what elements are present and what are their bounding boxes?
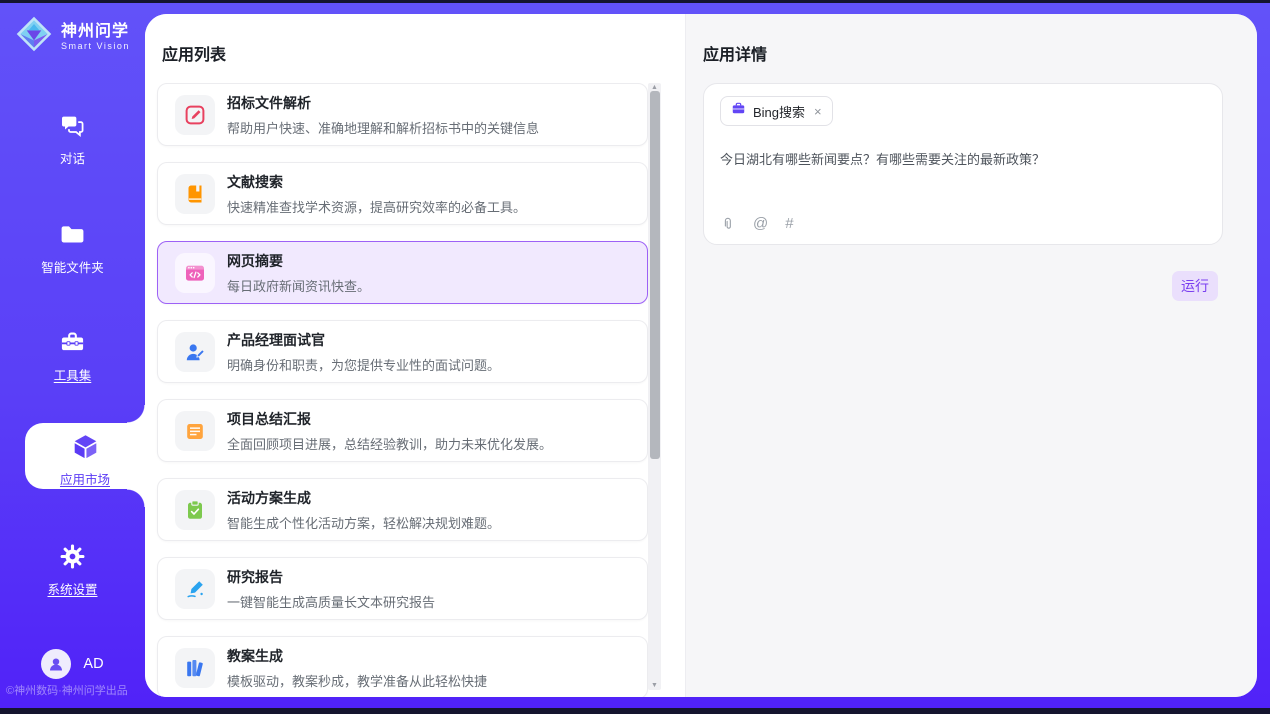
app-card-desc: 每日政府新闻资讯快查。	[227, 276, 370, 295]
app-card-5[interactable]: 活动方案生成 智能生成个性化活动方案，轻松解决规划难题。	[157, 478, 648, 541]
user-account[interactable]: AD	[0, 649, 145, 679]
scrollbar-thumb[interactable]	[650, 91, 660, 459]
app-card-desc: 全面回顾项目进展，总结经验教训，助力未来优化发展。	[227, 434, 552, 453]
tool-tag-bing-search[interactable]: Bing搜索 ×	[720, 96, 833, 126]
app-card-3[interactable]: 产品经理面试官 明确身份和职责，为您提供专业性的面试问题。	[157, 320, 648, 383]
brand-subtitle: Smart Vision	[61, 41, 130, 51]
app-card-6[interactable]: 研究报告 一键智能生成高质量长文本研究报告	[157, 557, 648, 620]
app-list-pane: 应用列表 招标文件解析 帮助用户快速、准确地理解和解析招标书中的关键信息 文献搜…	[145, 14, 685, 697]
app-card-4[interactable]: 项目总结汇报 全面回顾项目进展，总结经验教训，助力未来优化发展。	[157, 399, 648, 462]
app-window: 神州问学 Smart Vision 对话 智能文件夹 工具集 应用市场 系统设置	[0, 0, 1270, 714]
lesson-icon	[184, 657, 206, 679]
cube-icon	[72, 433, 99, 460]
app-card-title: 活动方案生成	[227, 488, 500, 508]
webpage-icon	[184, 262, 206, 284]
sidebar-item-toolbox[interactable]: 工具集	[0, 329, 145, 384]
book-icon	[184, 183, 206, 205]
gem-logo-icon	[14, 14, 54, 59]
research-icon	[184, 578, 206, 600]
sidebar: 神州问学 Smart Vision 对话 智能文件夹 工具集 应用市场 系统设置	[0, 3, 145, 708]
query-input[interactable]: 今日湖北有哪些新闻要点？有哪些需要关注的最新政策？	[720, 150, 1206, 169]
main-panel: 应用列表 招标文件解析 帮助用户快速、准确地理解和解析招标书中的关键信息 文献搜…	[145, 14, 1257, 697]
sidebar-item-label: 应用市场	[25, 469, 145, 488]
app-card-title: 研究报告	[227, 567, 435, 587]
tool-tag-label: Bing搜索	[753, 102, 805, 121]
chat-icon	[59, 112, 86, 139]
interviewer-icon	[184, 341, 206, 363]
sidebar-item-cube[interactable]: 应用市场	[25, 423, 145, 489]
bid-parse-icon	[184, 104, 206, 126]
app-card-1[interactable]: 文献搜索 快速精准查找学术资源，提高研究效率的必备工具。	[157, 162, 648, 225]
toolbox-icon	[59, 329, 86, 356]
app-card-title: 文献搜索	[227, 172, 526, 192]
avatar	[41, 649, 71, 679]
app-card-2[interactable]: 网页摘要 每日政府新闻资讯快查。	[157, 241, 648, 304]
sidebar-item-label: 工具集	[0, 365, 145, 384]
user-name: AD	[83, 656, 103, 672]
app-card-desc: 快速精准查找学术资源，提高研究效率的必备工具。	[227, 197, 526, 216]
app-card-title: 招标文件解析	[227, 93, 539, 113]
brand-name: 神州问学	[61, 23, 129, 40]
app-detail-title: 应用详情	[703, 41, 767, 65]
paperclip-icon[interactable]	[720, 216, 736, 232]
app-card-title: 网页摘要	[227, 251, 370, 271]
prompt-card: Bing搜索 × 今日湖北有哪些新闻要点？有哪些需要关注的最新政策？ @#	[703, 83, 1223, 245]
brand-logo: 神州问学 Smart Vision	[14, 14, 130, 59]
app-card-7[interactable]: 教案生成 模板驱动，教案秒成，教学准备从此轻松快捷	[157, 636, 648, 697]
scrollbar[interactable]: ▲ ▼	[648, 83, 661, 690]
run-button[interactable]: 运行	[1172, 271, 1218, 301]
app-card-title: 项目总结汇报	[227, 409, 552, 429]
summary-icon	[184, 420, 206, 442]
hash-icon[interactable]: #	[785, 216, 793, 232]
sidebar-item-gear[interactable]: 系统设置	[0, 543, 145, 598]
app-card-desc: 明确身份和职责，为您提供专业性的面试问题。	[227, 355, 500, 374]
scroll-down-icon[interactable]: ▼	[648, 681, 661, 690]
copyright-footer: ©神州数码·神州问学出品	[6, 682, 128, 698]
sidebar-item-label: 对话	[0, 148, 145, 167]
plan-icon	[184, 499, 206, 521]
app-card-desc: 帮助用户快速、准确地理解和解析招标书中的关键信息	[227, 118, 539, 137]
app-card-title: 教案生成	[227, 646, 487, 666]
app-card-desc: 模板驱动，教案秒成，教学准备从此轻松快捷	[227, 671, 487, 690]
sidebar-item-folder[interactable]: 智能文件夹	[0, 221, 145, 276]
app-card-desc: 一键智能生成高质量长文本研究报告	[227, 592, 435, 611]
app-list: 招标文件解析 帮助用户快速、准确地理解和解析招标书中的关键信息 文献搜索 快速精…	[145, 83, 685, 697]
app-card-title: 产品经理面试官	[227, 330, 500, 350]
app-card-desc: 智能生成个性化活动方案，轻松解决规划难题。	[227, 513, 500, 532]
at-icon[interactable]: @	[753, 216, 768, 232]
gear-icon	[59, 543, 86, 570]
app-card-0[interactable]: 招标文件解析 帮助用户快速、准确地理解和解析招标书中的关键信息	[157, 83, 648, 146]
attach-toolbar: @#	[720, 216, 794, 232]
sidebar-item-chat[interactable]: 对话	[0, 112, 145, 167]
close-icon[interactable]: ×	[814, 104, 822, 119]
app-list-title: 应用列表	[162, 41, 226, 65]
sidebar-item-label: 系统设置	[0, 579, 145, 598]
briefcase-icon	[731, 101, 746, 121]
folder-icon	[59, 221, 86, 248]
app-detail-pane: 应用详情 Bing搜索 × 今日湖北有哪些新闻要点？有哪些需要关注的最新政策？ …	[685, 14, 1257, 697]
sidebar-item-label: 智能文件夹	[0, 257, 145, 276]
